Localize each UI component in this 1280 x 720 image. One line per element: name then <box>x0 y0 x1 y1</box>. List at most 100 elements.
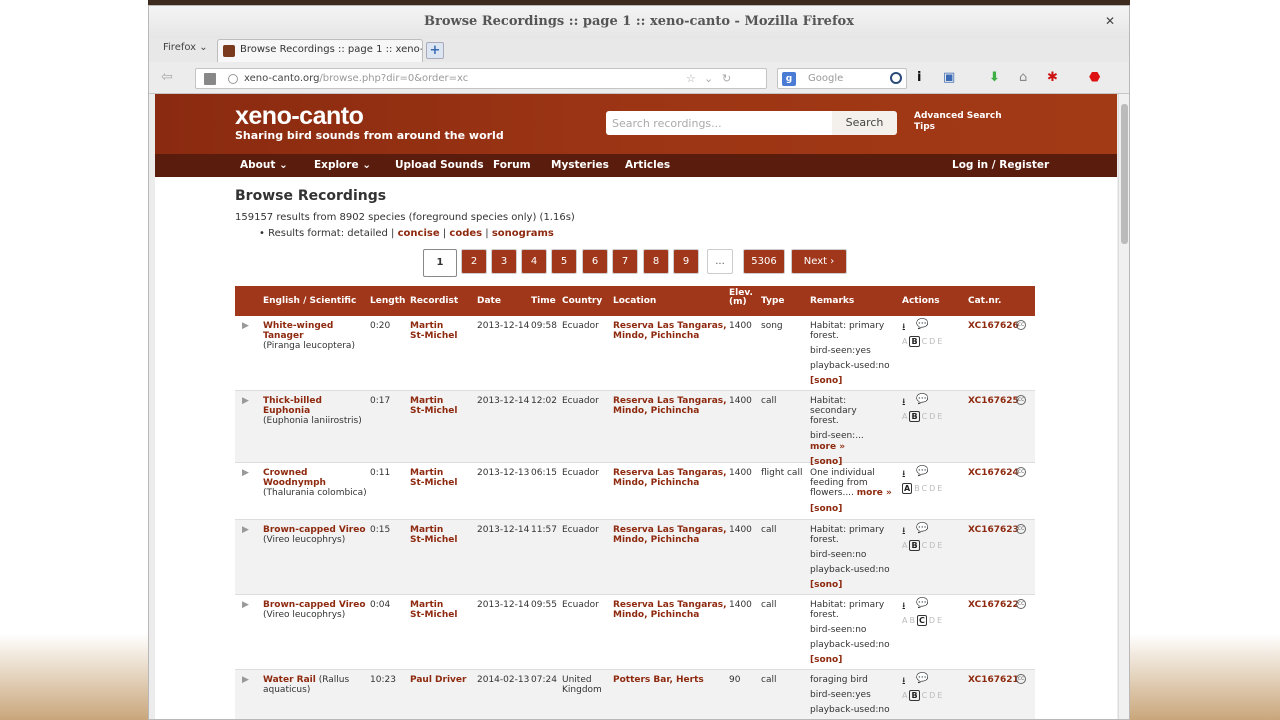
sono-link[interactable]: [sono] <box>810 504 895 514</box>
download-arrow-icon[interactable]: ⬇ <box>989 70 1000 85</box>
firefox-menu-button[interactable]: Firefox ⌄ <box>163 42 208 53</box>
cc-icon[interactable]: cc <box>1016 395 1026 405</box>
home-icon[interactable]: ⌂ <box>1019 70 1027 85</box>
sono-link[interactable]: [sono] <box>810 376 895 386</box>
download-icon[interactable]: ⭳ <box>902 320 906 337</box>
bookmark-page-icon[interactable] <box>204 73 216 85</box>
quality-rating[interactable]: ABCDE <box>902 336 944 347</box>
quality-rating[interactable]: ABCDE <box>902 483 944 494</box>
location-link[interactable]: Reserva Las Tangaras, Mindo, Pichincha <box>613 468 727 488</box>
tab-browse-recordings[interactable]: Browse Recordings :: page 1 :: xeno-cant… <box>217 39 423 62</box>
new-tab-button[interactable]: + <box>426 42 444 59</box>
species-link[interactable]: White-winged Tanager <box>263 321 333 341</box>
menu-mysteries[interactable]: Mysteries <box>551 159 609 171</box>
play-icon[interactable]: ▶ <box>242 525 250 535</box>
play-icon[interactable]: ▶ <box>242 396 250 406</box>
page-9[interactable]: 9 <box>673 249 699 274</box>
download-icon[interactable]: ⭳ <box>902 395 906 412</box>
menu-upload[interactable]: Upload Sounds <box>395 159 484 171</box>
addon-icon[interactable]: ✱ <box>1047 70 1058 85</box>
recordist-link[interactable]: Martin St-Michel <box>410 396 458 416</box>
download-icon[interactable]: ⭳ <box>902 524 906 541</box>
recordist-link[interactable]: Martin St-Michel <box>410 468 458 488</box>
col-time[interactable]: Time <box>531 296 556 306</box>
page-scrollbar[interactable] <box>1118 94 1129 719</box>
page-1[interactable]: 1 <box>423 249 457 277</box>
discuss-icon[interactable]: 💬 <box>916 598 928 609</box>
menu-forum[interactable]: Forum <box>493 159 531 171</box>
species-link[interactable]: Crowned Woodnymph <box>263 468 326 488</box>
login-link[interactable]: Log in / Register <box>952 159 1049 171</box>
back-arrow-icon[interactable]: ⇦ <box>161 69 183 89</box>
species-link[interactable]: Thick-billed Euphonia <box>263 396 322 416</box>
col-location[interactable]: Location <box>613 296 656 306</box>
google-icon[interactable]: g <box>782 72 796 86</box>
more-link[interactable]: more » <box>857 488 892 498</box>
search-button[interactable]: Search <box>832 111 897 135</box>
cc-icon[interactable]: cc <box>1016 674 1026 684</box>
recordings-search-input[interactable]: Search recordings... <box>606 111 832 135</box>
dropdown-icon[interactable]: ⌄ <box>704 72 713 85</box>
species-link[interactable]: Water Rail <box>263 675 316 685</box>
catalogue-link[interactable]: XC167624 <box>968 468 1019 478</box>
col-length[interactable]: Length <box>370 296 405 306</box>
col-elevation[interactable]: Elev. (m) <box>729 289 753 307</box>
discuss-icon[interactable]: 💬 <box>916 466 928 477</box>
sono-link[interactable]: [sono] <box>810 580 895 590</box>
page-6[interactable]: 6 <box>582 249 608 274</box>
play-icon[interactable]: ▶ <box>242 600 250 610</box>
discuss-icon[interactable]: 💬 <box>916 673 928 684</box>
download-icon[interactable]: ⭳ <box>902 467 906 484</box>
recordist-link[interactable]: Martin St-Michel <box>410 525 458 545</box>
page-8[interactable]: 8 <box>643 249 669 274</box>
col-recordist[interactable]: Recordist <box>410 296 458 306</box>
page-7[interactable]: 7 <box>612 249 638 274</box>
advanced-search-link[interactable]: Advanced Search <box>914 111 1002 122</box>
cc-icon[interactable]: cc <box>1016 467 1026 477</box>
format-sonograms-link[interactable]: sonograms <box>492 228 554 239</box>
format-codes-link[interactable]: codes <box>449 228 482 239</box>
sono-link[interactable]: [sono] <box>810 655 895 665</box>
col-country[interactable]: Country <box>562 296 602 306</box>
web-search-input[interactable]: g Google <box>777 68 907 89</box>
site-logo[interactable]: xeno-canto <box>235 102 364 131</box>
next-page-button[interactable]: Next › <box>791 249 847 274</box>
play-icon[interactable]: ▶ <box>242 468 250 478</box>
search-icon[interactable] <box>890 72 902 84</box>
col-type[interactable]: Type <box>761 296 784 306</box>
col-date[interactable]: Date <box>477 296 501 306</box>
col-remarks[interactable]: Remarks <box>810 296 854 306</box>
play-icon[interactable]: ▶ <box>242 675 250 685</box>
location-link[interactable]: Reserva Las Tangaras, Mindo, Pichincha <box>613 600 727 620</box>
page-3[interactable]: 3 <box>491 249 517 274</box>
download-icon[interactable]: ⭳ <box>902 599 906 616</box>
menu-articles[interactable]: Articles <box>625 159 670 171</box>
reload-icon[interactable]: ↻ <box>722 72 731 85</box>
recordist-link[interactable]: Paul Driver <box>410 675 466 685</box>
catalogue-link[interactable]: XC167626 <box>968 321 1019 331</box>
page-last[interactable]: 5306 <box>743 249 785 274</box>
page-2[interactable]: 2 <box>461 249 487 274</box>
discuss-icon[interactable]: 💬 <box>916 319 928 330</box>
scrollbar-thumb[interactable] <box>1121 104 1128 244</box>
url-bar[interactable]: xeno-canto.org/browse.php?dir=0&order=xc… <box>195 68 767 89</box>
location-link[interactable]: Reserva Las Tangaras, Mindo, Pichincha <box>613 396 727 416</box>
cc-icon[interactable]: cc <box>1016 599 1026 609</box>
quality-rating[interactable]: ABCDE <box>902 615 944 626</box>
location-link[interactable]: Reserva Las Tangaras, Mindo, Pichincha <box>613 525 727 545</box>
location-link[interactable]: Potters Bar, Herts <box>613 675 704 685</box>
col-english[interactable]: English / Scientific <box>263 296 356 306</box>
catalogue-link[interactable]: XC167621 <box>968 675 1019 685</box>
tips-link[interactable]: Tips <box>914 122 1002 133</box>
quality-rating[interactable]: ABCDE <box>902 690 944 701</box>
discuss-icon[interactable]: 💬 <box>916 394 928 405</box>
species-link[interactable]: Brown-capped Vireo <box>263 525 366 535</box>
site-identity-icon[interactable] <box>228 74 238 84</box>
info-icon[interactable]: i <box>917 70 921 85</box>
recordist-link[interactable]: Martin St-Michel <box>410 321 458 341</box>
star-icon[interactable]: ☆ <box>686 72 696 85</box>
cc-icon[interactable]: cc <box>1016 524 1026 534</box>
screenshot-icon[interactable]: ▣ <box>943 70 955 85</box>
catalogue-link[interactable]: XC167622 <box>968 600 1019 610</box>
cc-icon[interactable]: cc <box>1016 320 1026 330</box>
